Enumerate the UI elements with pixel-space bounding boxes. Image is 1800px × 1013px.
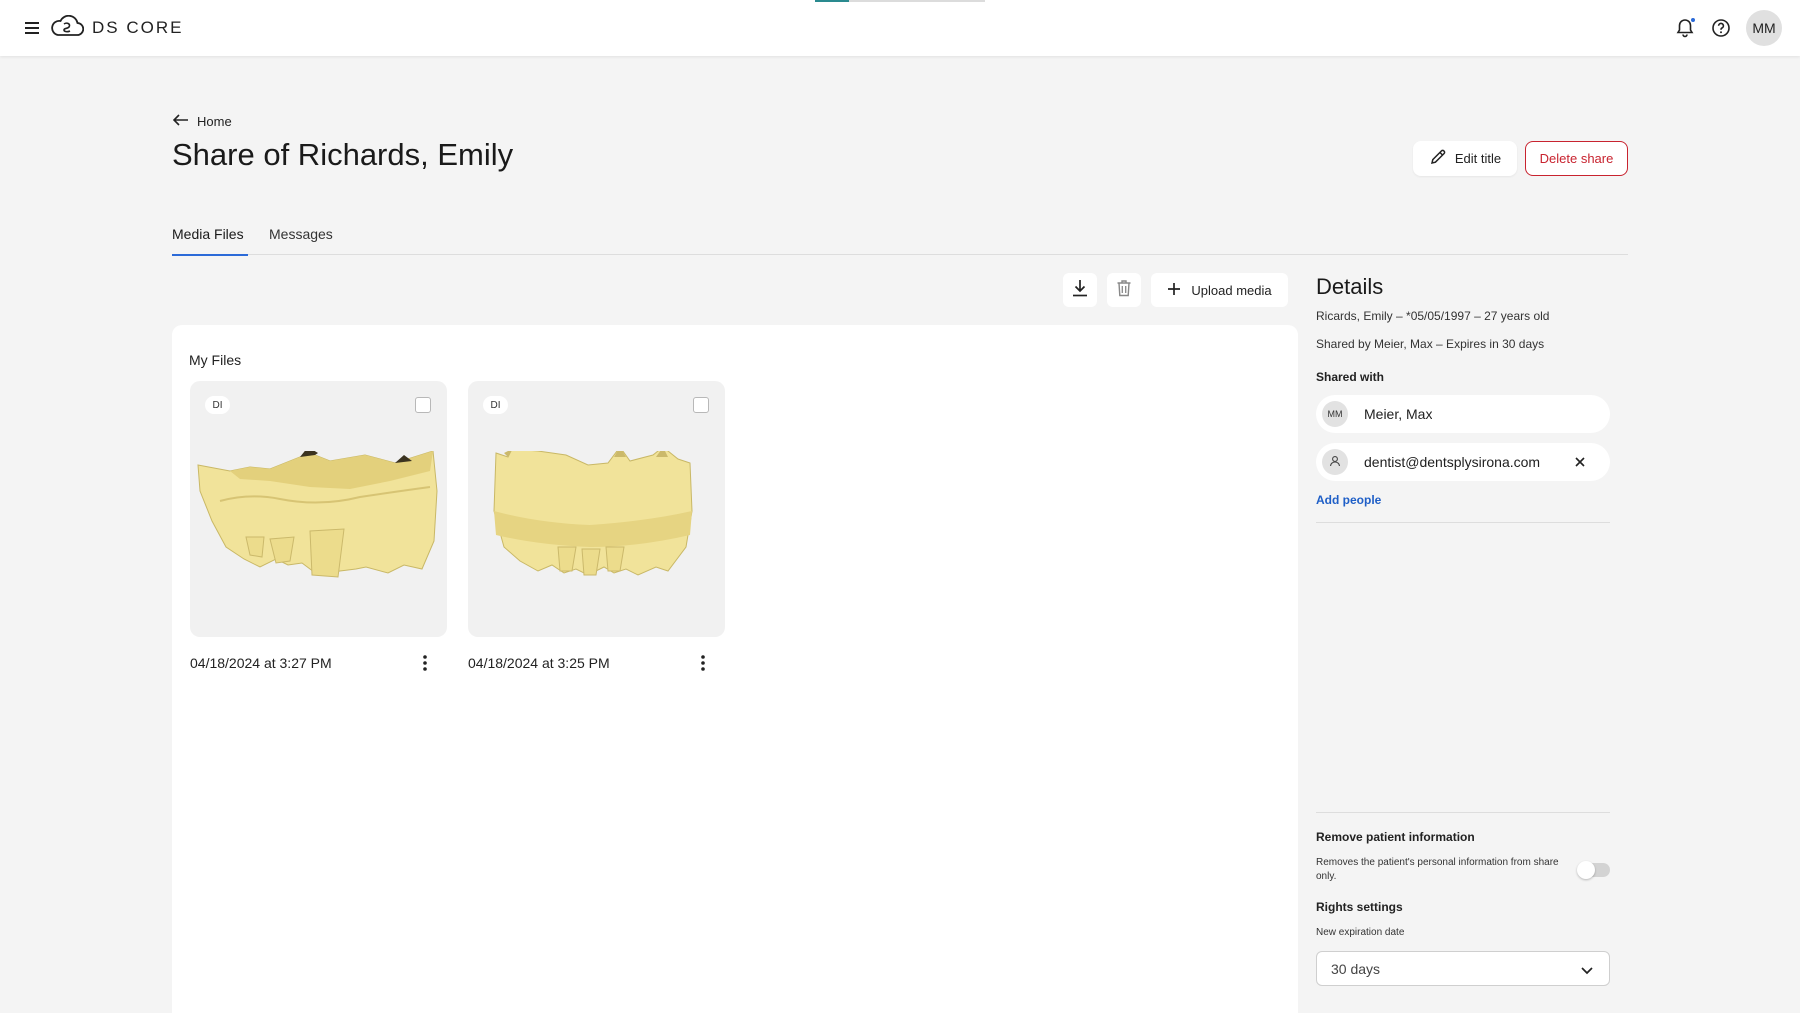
dental-scan-thumbnail (493, 451, 693, 576)
download-button[interactable] (1063, 273, 1097, 307)
divider (1316, 812, 1610, 813)
arrow-left-icon (172, 114, 189, 129)
pencil-icon (1429, 148, 1447, 169)
download-icon (1071, 278, 1089, 303)
edit-title-label: Edit title (1454, 151, 1502, 166)
rights-settings-title: Rights settings (1316, 900, 1403, 914)
more-options-icon[interactable] (415, 651, 435, 675)
remove-person-close-icon[interactable] (1572, 454, 1588, 470)
back-link-label: Home (197, 114, 232, 129)
file-type-badge: DI (483, 396, 508, 414)
files-panel: My Files DI 04/18/2024 at 3:27 PM DI 04/… (172, 325, 1298, 1013)
shared-with-label: Shared with (1316, 370, 1385, 384)
user-avatar[interactable]: MM (1746, 10, 1782, 46)
delete-share-button[interactable]: Delete share (1525, 141, 1628, 176)
details-title: Details (1316, 274, 1384, 299)
page-title: Share of Richards, Emily (172, 137, 514, 172)
trash-icon (1116, 279, 1132, 302)
more-options-icon[interactable] (693, 651, 713, 675)
delete-files-button[interactable] (1107, 273, 1141, 307)
top-bar: DS CORE MM (0, 0, 1800, 56)
expiration-date-select[interactable]: 30 days (1316, 951, 1610, 986)
plus-icon (1167, 282, 1181, 299)
tab-media-files-label: Media Files (172, 226, 244, 242)
divider (1316, 522, 1610, 523)
share-info: Shared by Meier, Max – Expires in 30 day… (1316, 337, 1545, 351)
media-select-checkbox[interactable] (693, 397, 709, 413)
files-heading: My Files (189, 352, 242, 368)
brand-logo[interactable]: DS CORE (50, 14, 183, 42)
expiration-date-value: 30 days (1331, 960, 1381, 977)
upload-media-button[interactable]: Upload media (1151, 273, 1288, 307)
media-card[interactable]: DI (468, 381, 725, 637)
person-avatar: MM (1322, 401, 1348, 427)
file-type-badge: DI (205, 396, 230, 414)
remove-patient-info-toggle[interactable] (1577, 861, 1610, 879)
shared-person-chip: MM Meier, Max (1316, 395, 1610, 433)
back-home-link[interactable]: Home (172, 114, 232, 129)
media-date: 04/18/2024 at 3:25 PM (468, 655, 610, 671)
active-tab-indicator (172, 254, 248, 256)
cloud-logo-icon (50, 14, 85, 42)
loading-progress-fill (815, 0, 849, 2)
remove-patient-info-description: Removes the patient's personal informati… (1316, 857, 1559, 882)
media-date: 04/18/2024 at 3:27 PM (190, 655, 332, 671)
patient-info: Ricards, Emily – *05/05/1997 – 27 years … (1316, 309, 1550, 323)
notifications-bell-icon[interactable] (1674, 17, 1696, 39)
help-icon[interactable] (1710, 17, 1732, 39)
remove-patient-info-title: Remove patient information (1316, 830, 1475, 844)
person-email: dentist@dentsplysirona.com (1364, 454, 1541, 470)
tab-messages-label: Messages (269, 226, 333, 242)
person-name: Meier, Max (1364, 406, 1433, 422)
tab-messages[interactable]: Messages (269, 226, 333, 255)
add-people-link[interactable]: Add people (1316, 493, 1381, 507)
edit-title-button[interactable]: Edit title (1413, 141, 1517, 176)
tab-media-files[interactable]: Media Files (172, 226, 248, 256)
media-select-checkbox[interactable] (415, 397, 431, 413)
dental-scan-thumbnail (197, 451, 438, 578)
expiration-date-label: New expiration date (1316, 927, 1405, 938)
upload-media-label: Upload media (1191, 282, 1272, 298)
tab-bar: Media Files Messages (172, 226, 1628, 256)
brand-name: DS CORE (92, 18, 184, 37)
loading-progress-bar (815, 0, 985, 2)
user-icon (1329, 455, 1341, 469)
notification-dot (1690, 17, 1696, 23)
person-avatar (1322, 449, 1348, 475)
chevron-down-icon (1579, 962, 1595, 978)
toggle-knob (1577, 861, 1595, 879)
shared-person-chip: dentist@dentsplysirona.com (1316, 443, 1610, 481)
hamburger-menu-icon[interactable] (20, 16, 44, 40)
media-card[interactable]: DI (190, 381, 447, 637)
